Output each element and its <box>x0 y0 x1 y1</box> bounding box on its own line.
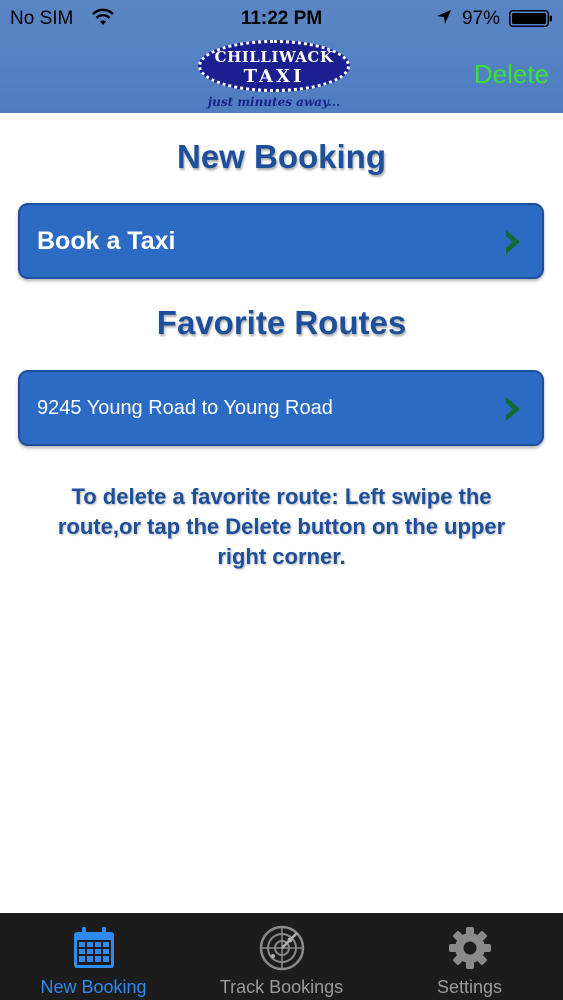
status-bar: No SIM 11:22 PM 97% <box>0 0 563 36</box>
new-booking-title: New Booking <box>176 138 386 175</box>
tab-bar: New Booking Track Bookings Settings <box>0 913 563 1000</box>
chilliwack-taxi-logo: CHILLIWACK TAXI just minutes away... <box>196 40 352 112</box>
screen: No SIM 11:22 PM 97% CHILLIWACK TAXI just… <box>0 0 563 1000</box>
tab-settings[interactable]: Settings <box>376 913 563 1000</box>
location-arrow-icon <box>437 10 451 24</box>
tab-label-new-booking: New Booking <box>40 977 147 997</box>
battery-icon <box>509 10 552 27</box>
delete-hint-text: To delete a favorite route: Left swipe t… <box>57 484 506 569</box>
battery-percent: 97% <box>462 8 501 29</box>
logo-top-text: CHILLIWACK <box>214 48 334 66</box>
book-taxi-label: Book a Taxi <box>37 227 176 255</box>
logo-bottom-text: TAXI <box>243 66 305 87</box>
tab-label-settings: Settings <box>436 977 503 997</box>
calendar-icon <box>73 927 114 968</box>
tab-label-track-bookings: Track Bookings <box>219 977 344 997</box>
chevron-right-icon <box>506 230 520 254</box>
tab-track-bookings[interactable]: Track Bookings <box>187 913 376 1000</box>
header: No SIM 11:22 PM 97% CHILLIWACK TAXI just… <box>0 0 563 113</box>
tab-new-booking[interactable]: New Booking <box>0 913 187 1000</box>
favorite-route-item[interactable]: 9245 Young Road to Young Road <box>18 370 544 446</box>
book-taxi-button[interactable]: Book a Taxi <box>18 203 544 279</box>
radar-icon <box>259 925 304 971</box>
delete-button[interactable]: Delete <box>474 59 549 90</box>
gear-icon <box>448 927 491 969</box>
favorite-routes-title: Favorite Routes <box>156 304 407 341</box>
chevron-right-icon <box>506 397 520 421</box>
favorite-route-label: 9245 Young Road to Young Road <box>37 397 333 419</box>
logo-tagline: just minutes away... <box>207 95 341 109</box>
